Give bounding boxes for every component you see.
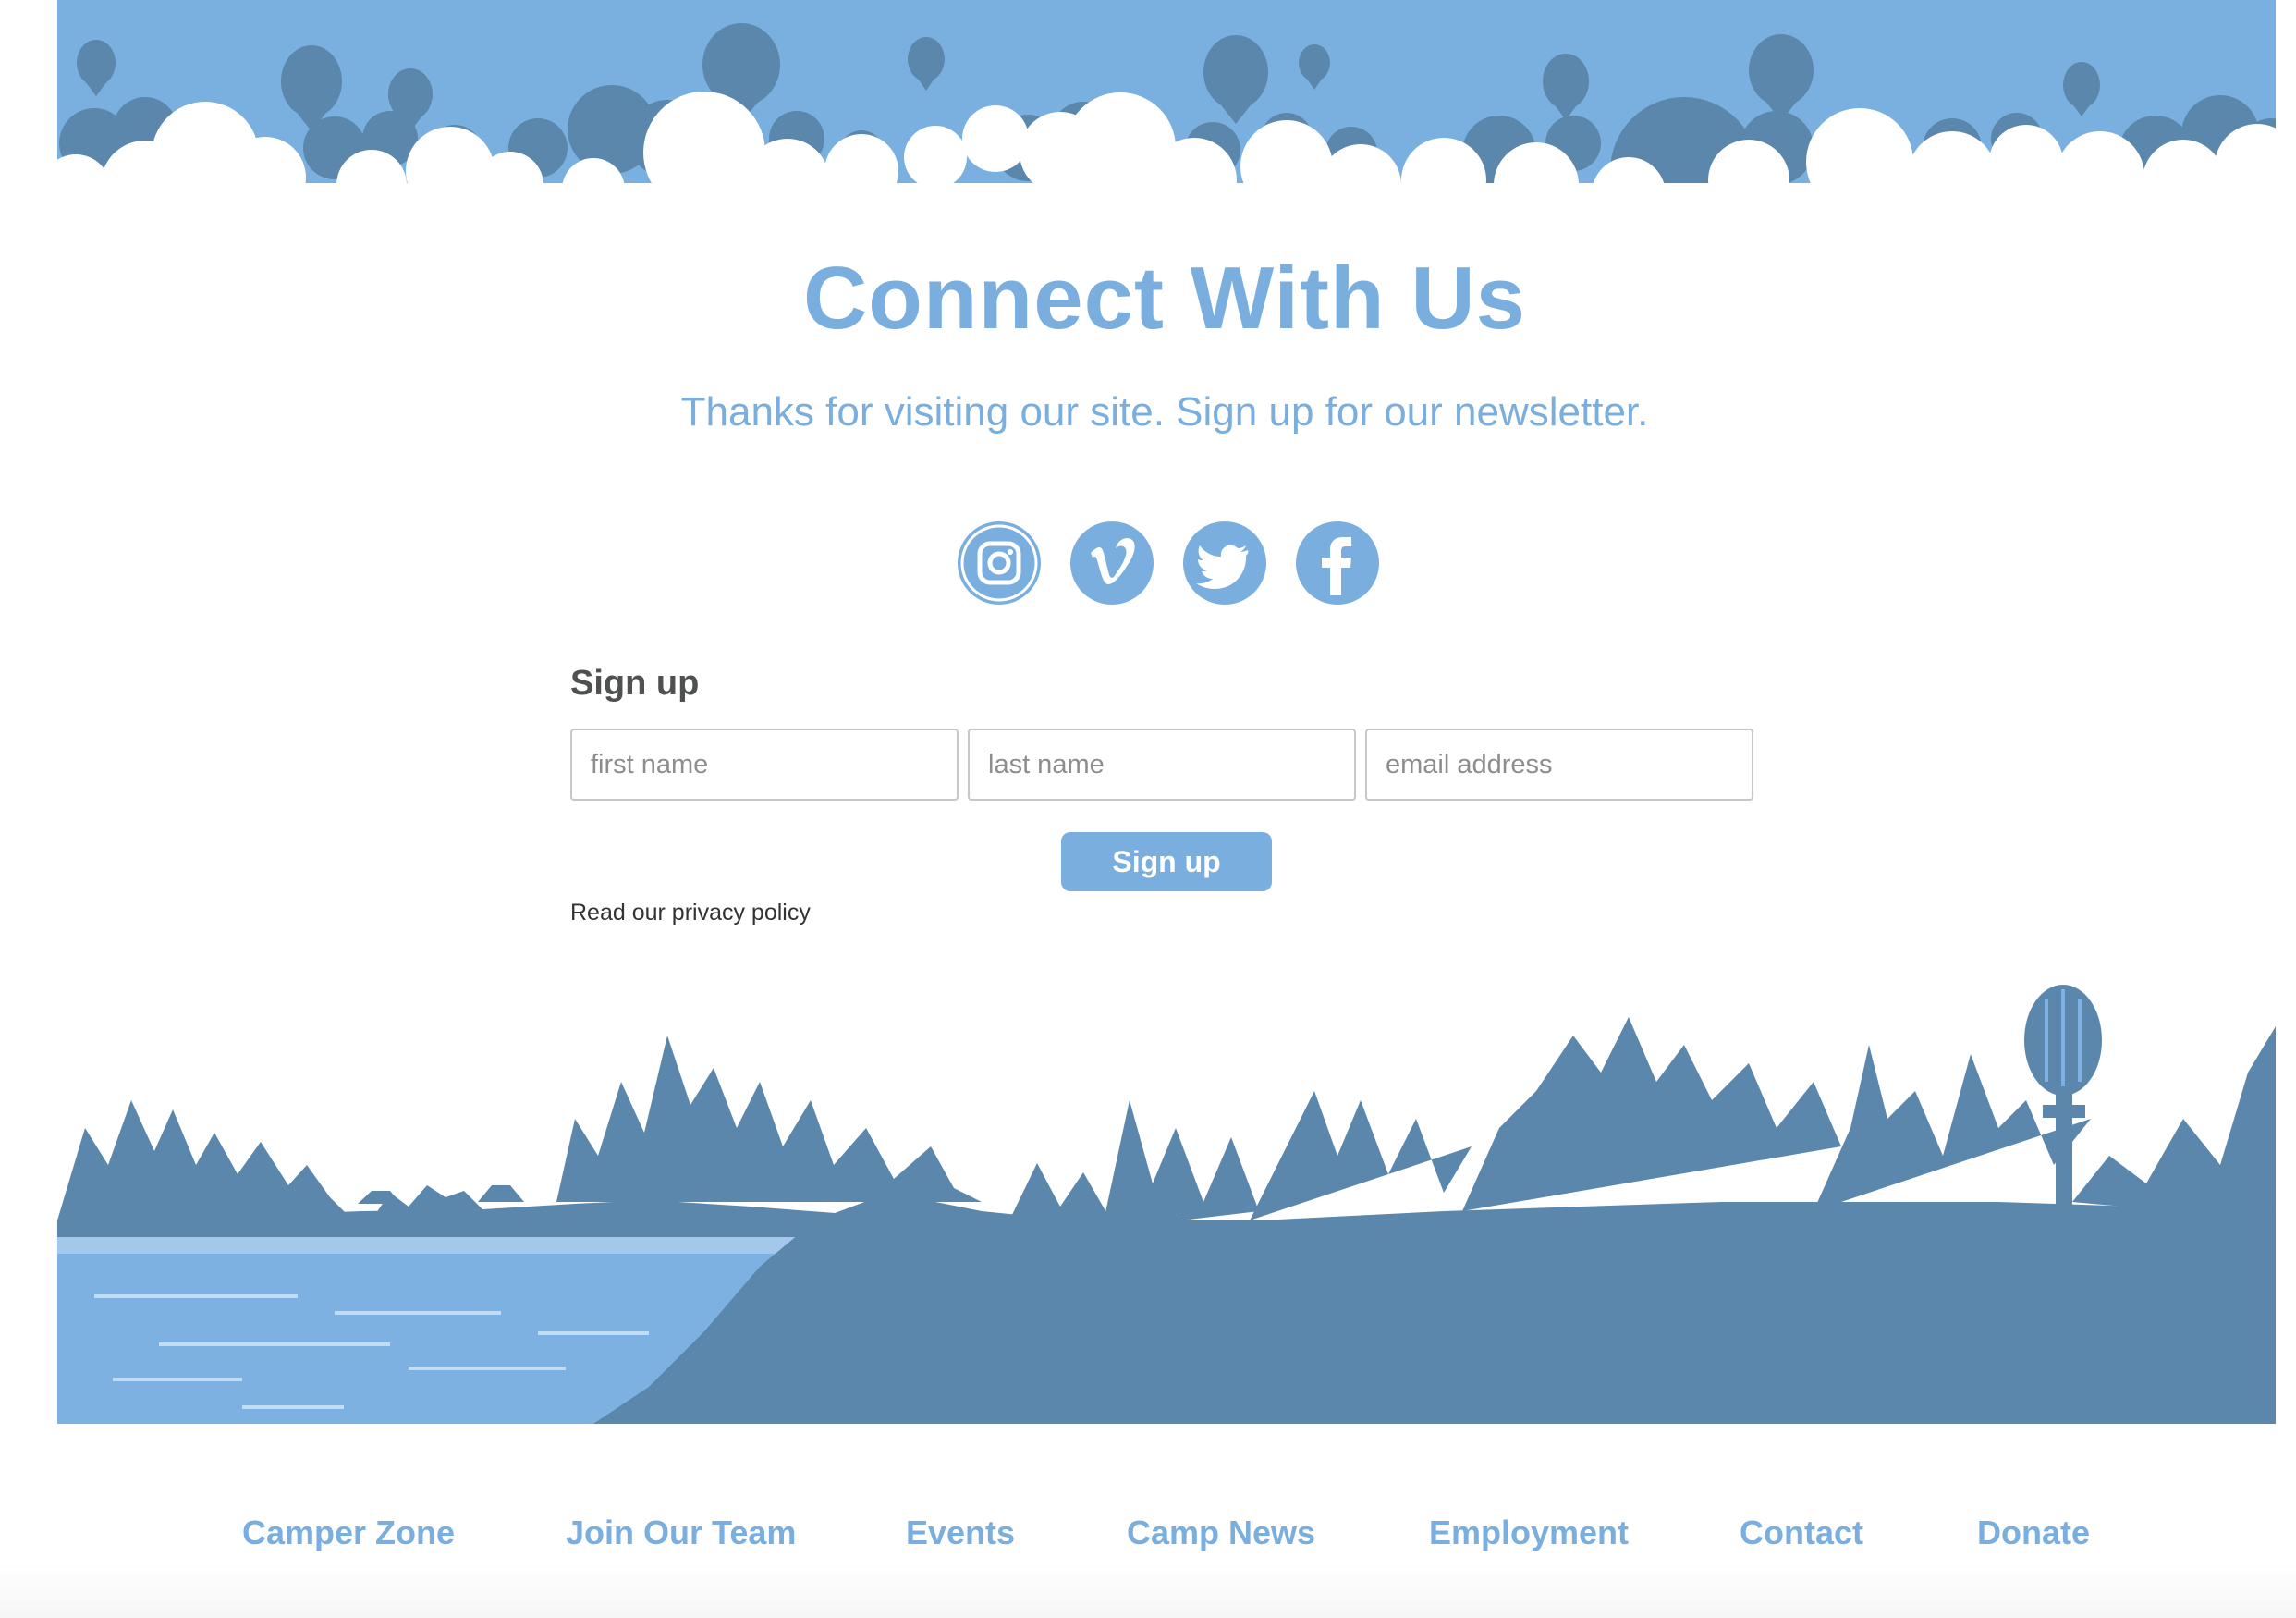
twitter-link[interactable] xyxy=(1183,521,1266,605)
vimeo-icon xyxy=(1091,538,1135,584)
last-name-input[interactable] xyxy=(968,729,1356,801)
page-title: Connect With Us xyxy=(802,249,1527,348)
signup-heading: Sign up xyxy=(570,664,700,703)
forest-silhouette xyxy=(57,985,2276,1424)
nav-link-donate[interactable]: Donate xyxy=(1977,1510,2090,1556)
nav-link-camp-news[interactable]: Camp News xyxy=(1127,1510,1315,1556)
nav-link-employment[interactable]: Employment xyxy=(1429,1510,1629,1556)
nav-link-events[interactable]: Events xyxy=(906,1510,1015,1556)
nav-link-contact[interactable]: Contact xyxy=(1740,1510,1863,1556)
signup-button[interactable]: Sign up xyxy=(1061,832,1272,891)
instagram-link[interactable] xyxy=(958,521,1041,605)
vimeo-link[interactable] xyxy=(1070,521,1154,605)
page: Connect With Us Thanks for visiting our … xyxy=(0,0,2296,1618)
privacy-policy-link[interactable]: Read our privacy policy xyxy=(570,897,811,928)
sky-balloon-banner xyxy=(57,0,2276,199)
footer-nav: Camper Zone Join Our Team Events Camp Ne… xyxy=(0,1510,2296,1556)
instagram-icon xyxy=(960,524,1038,602)
first-name-input[interactable] xyxy=(570,729,959,801)
nav-link-join-our-team[interactable]: Join Our Team xyxy=(566,1510,796,1556)
nav-link-camper-zone[interactable]: Camper Zone xyxy=(242,1510,455,1556)
twitter-icon xyxy=(1196,545,1249,589)
page-subtitle: Thanks for visiting our site. Sign up fo… xyxy=(680,389,1649,435)
facebook-icon xyxy=(1322,537,1351,595)
facebook-link[interactable] xyxy=(1296,521,1379,605)
lake-forest-illustration xyxy=(57,985,2276,1424)
page-bottom-fade xyxy=(0,1563,2296,1618)
email-address-input[interactable] xyxy=(1365,729,1753,801)
